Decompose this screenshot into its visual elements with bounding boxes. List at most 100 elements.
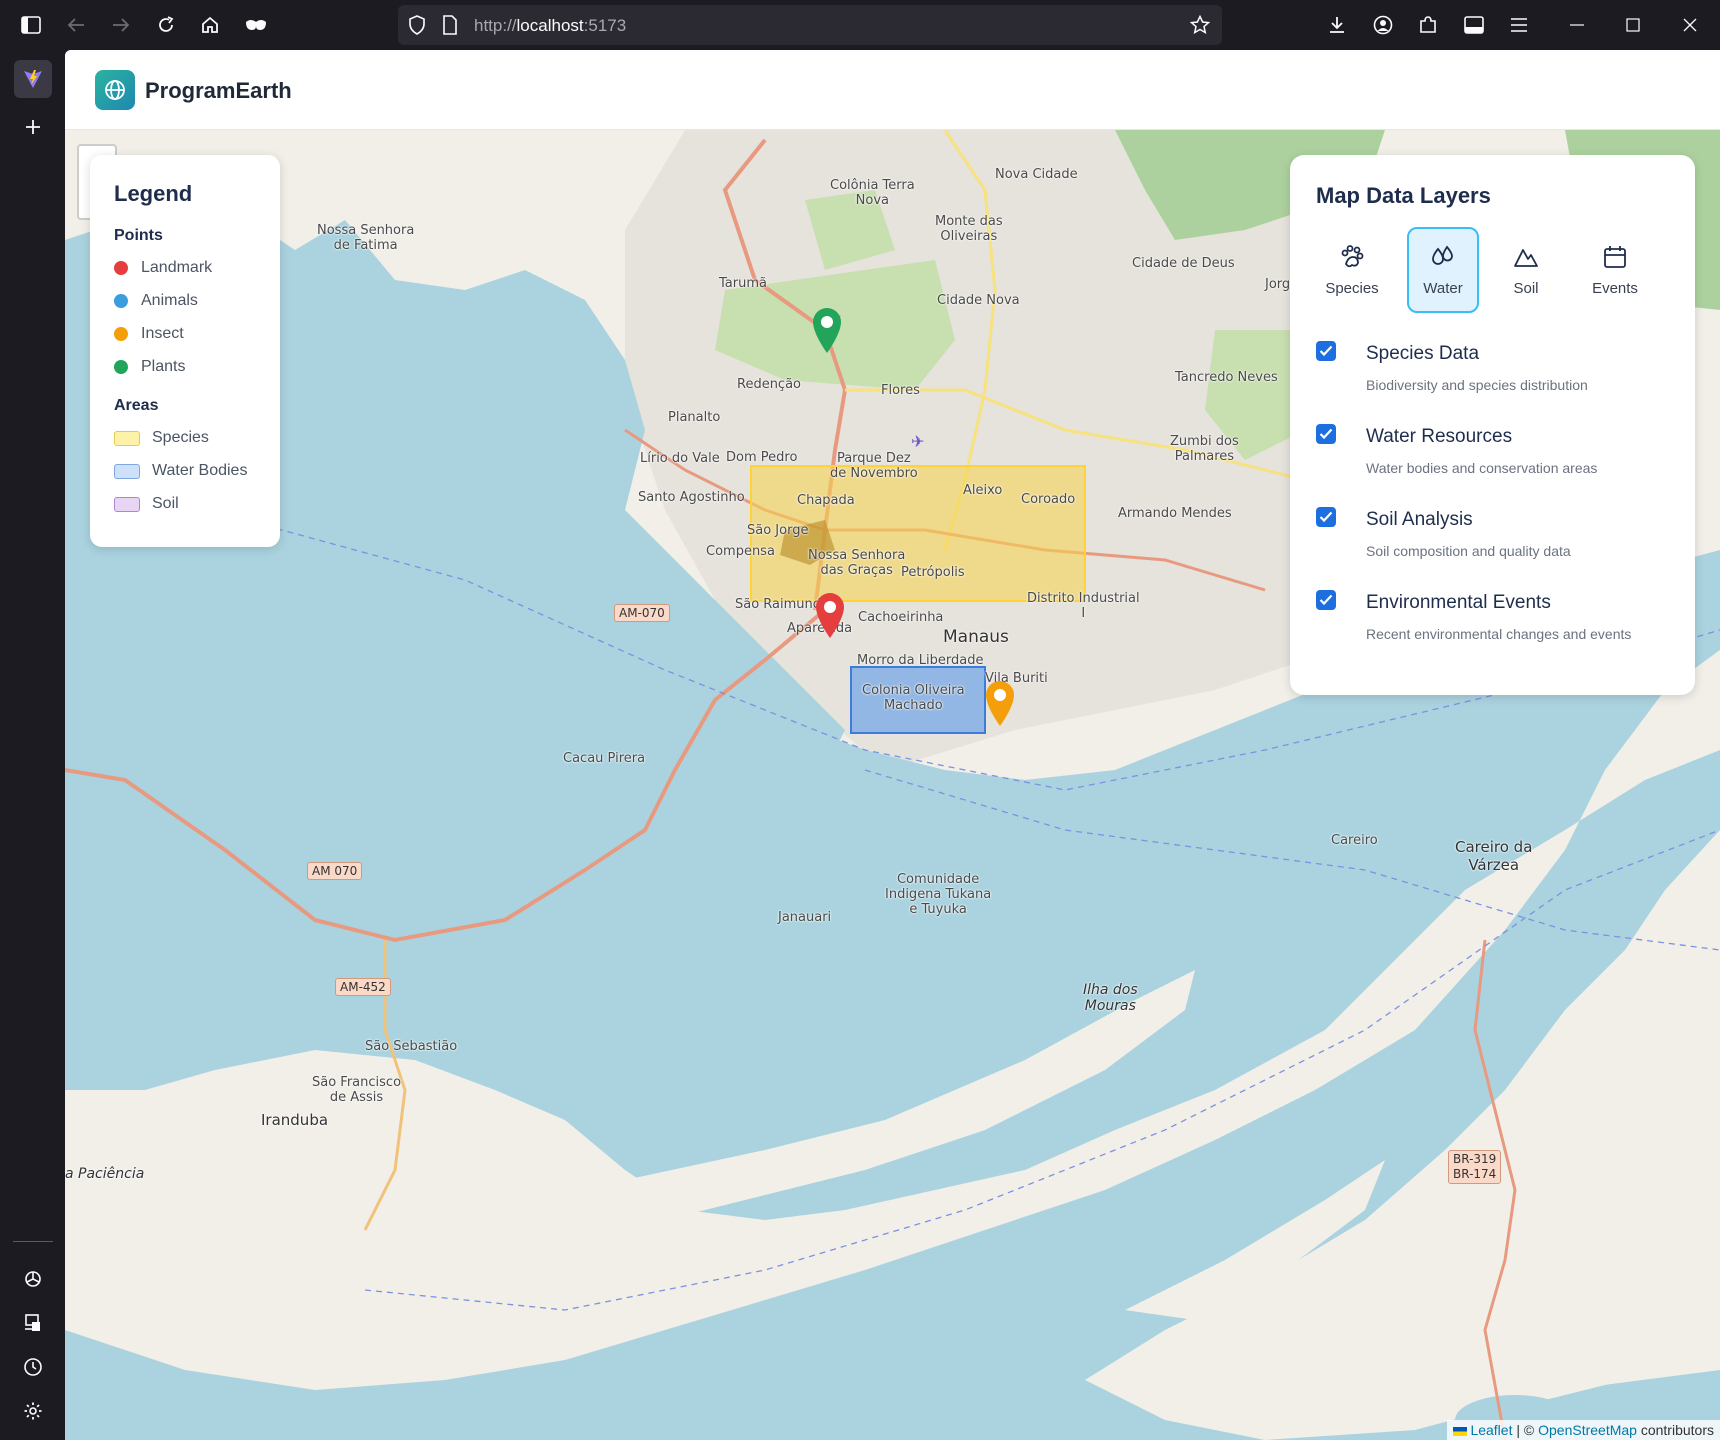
map-label-colonia-oliveira: Colonia Oliveira Machado (862, 683, 965, 713)
legend-item-animals: Animals (114, 291, 256, 311)
legend-label: Insect (141, 325, 184, 342)
url-port: :5173 (583, 16, 627, 35)
app-title[interactable]: ProgramEarth (145, 78, 292, 104)
history-icon[interactable] (14, 1348, 52, 1386)
tab-water[interactable]: Water (1407, 227, 1479, 313)
insect-marker[interactable] (984, 679, 1016, 732)
chatgpt-icon[interactable] (14, 1260, 52, 1298)
map-label-cidade-de-deus: Cidade de Deus (1132, 256, 1235, 271)
map-label-zumbi: Zumbi dos Palmares (1170, 434, 1239, 464)
map-label-sao-sebastiao: São Sebastião (365, 1039, 458, 1054)
landmark-dot-icon (114, 261, 128, 275)
leaflet-link[interactable]: Leaflet (1470, 1422, 1512, 1438)
page-content: ProgramEarth Nossa Senhora de Fatima Col… (65, 50, 1720, 1440)
map-label-nossa-senhora-gracas: Nossa Senhora das Graças (808, 548, 906, 578)
map-label-aleixo: Aleixo (963, 483, 1003, 498)
map-label-comunidade: Comunidade Indigena Tukana e Tuyuka (885, 872, 992, 917)
forward-icon[interactable] (105, 9, 137, 41)
minimize-icon[interactable] (1561, 9, 1593, 41)
app-header: ProgramEarth (65, 50, 1720, 130)
sidebar-divider (13, 1241, 53, 1242)
tab-label: Water (1423, 279, 1463, 297)
map-label-manaus: Manaus (943, 627, 1009, 647)
events-checkbox[interactable] (1316, 590, 1336, 610)
map-label-nova-cidade: Nova Cidade (995, 167, 1078, 182)
legend-item-species-area: Species (114, 428, 256, 448)
private-mask-icon[interactable] (240, 9, 272, 41)
tab-species[interactable]: Species (1316, 227, 1388, 313)
soil-checkbox[interactable] (1316, 507, 1336, 527)
osm-link[interactable]: OpenStreetMap (1538, 1422, 1637, 1438)
vite-extension-icon[interactable] (14, 60, 52, 98)
reload-icon[interactable] (150, 9, 182, 41)
map-label-careiro-varzea: Careiro da Várzea (1455, 838, 1533, 874)
attribution-separator: | © (1512, 1422, 1539, 1438)
tab-label: Soil (1513, 279, 1539, 297)
settings-gear-icon[interactable] (14, 1392, 52, 1430)
devices-icon[interactable] (14, 1304, 52, 1342)
menu-icon[interactable] (1503, 9, 1535, 41)
close-icon[interactable] (1674, 9, 1706, 41)
url-text[interactable]: http://localhost:5173 (474, 16, 626, 36)
download-icon[interactable] (1321, 9, 1353, 41)
layer-item-events[interactable]: Environmental Events Recent environmenta… (1316, 590, 1676, 652)
water-swatch-icon (114, 463, 140, 479)
maximize-icon[interactable] (1617, 9, 1649, 41)
legend-points-heading: Points (114, 227, 163, 244)
soil-swatch-icon (114, 496, 140, 512)
layer-desc: Water bodies and conservation areas (1366, 460, 1598, 476)
map-label-careiro: Careiro (1331, 833, 1378, 848)
legend-label: Animals (141, 292, 198, 309)
legend-label: Soil (152, 495, 179, 512)
animals-dot-icon (114, 294, 128, 308)
plants-marker[interactable] (811, 306, 843, 359)
map-view[interactable]: Nossa Senhora de Fatima Colônia Terra No… (65, 130, 1720, 1440)
map-label-morro-liberdade: Morro da Liberdade (857, 653, 984, 668)
back-icon[interactable] (60, 9, 92, 41)
landmark-marker[interactable] (814, 591, 846, 644)
map-label-compensa: Compensa (706, 544, 775, 559)
tab-label: Species (1325, 279, 1379, 297)
legend-areas-heading: Areas (114, 397, 159, 414)
map-label-coroado: Coroado (1021, 492, 1076, 507)
legend-item-landmark: Landmark (114, 258, 256, 278)
map-label-tancredo-neves: Tancredo Neves (1175, 370, 1278, 385)
sidebar-toggle-icon[interactable] (15, 9, 47, 41)
globe-logo-icon[interactable] (95, 70, 135, 110)
water-checkbox[interactable] (1316, 424, 1336, 444)
map-label-parque-dez: Parque Dez de Novembro (830, 451, 918, 481)
map-label-nossa-senhora-fatima: Nossa Senhora de Fatima (317, 223, 415, 253)
map-label-dom-pedro: Dom Pedro (726, 450, 798, 465)
layer-item-soil[interactable]: Soil Analysis Soil composition and quali… (1316, 507, 1676, 569)
legend-label: Species (152, 429, 209, 446)
tab-soil[interactable]: Soil (1490, 227, 1562, 313)
legend-item-insect: Insect (114, 324, 256, 344)
map-label-iranduba: Iranduba (261, 1111, 329, 1129)
plants-dot-icon (114, 360, 128, 374)
map-layers-panel: Map Data Layers Species Water Soil Event… (1290, 155, 1695, 695)
extensions-icon[interactable] (1412, 9, 1444, 41)
add-icon[interactable] (14, 108, 52, 146)
home-icon[interactable] (194, 9, 226, 41)
map-label-sao-jorge: São Jorge (747, 523, 809, 538)
tab-events[interactable]: Events (1579, 227, 1651, 313)
legend-item-soil-area: Soil (114, 494, 256, 514)
page-icon[interactable] (442, 15, 458, 40)
map-label-distrito-industrial: Distrito Industrial I (1027, 591, 1140, 621)
legend-item-water-area: Water Bodies (114, 461, 256, 481)
layer-item-water[interactable]: Water Resources Water bodies and conserv… (1316, 424, 1676, 486)
bookmark-star-icon[interactable] (1189, 14, 1211, 40)
shield-icon[interactable] (408, 15, 426, 40)
layer-item-species[interactable]: Species Data Biodiversity and species di… (1316, 341, 1676, 403)
address-bar[interactable]: http://localhost:5173 (398, 5, 1222, 45)
map-label-sao-francisco: São Francisco de Assis (312, 1075, 402, 1105)
legend-title: Legend (114, 181, 193, 206)
account-icon[interactable] (1367, 9, 1399, 41)
sidebar-view-icon[interactable] (1458, 9, 1490, 41)
legend-item-plants: Plants (114, 357, 256, 377)
map-label-ilha-mouras: Ilha dos Mouras (1083, 982, 1138, 1014)
map-label-cidade-nova: Cidade Nova (937, 293, 1020, 308)
map-label-armando-mendes: Armando Mendes (1118, 506, 1232, 521)
calendar-icon (1602, 244, 1628, 274)
species-checkbox[interactable] (1316, 341, 1336, 361)
